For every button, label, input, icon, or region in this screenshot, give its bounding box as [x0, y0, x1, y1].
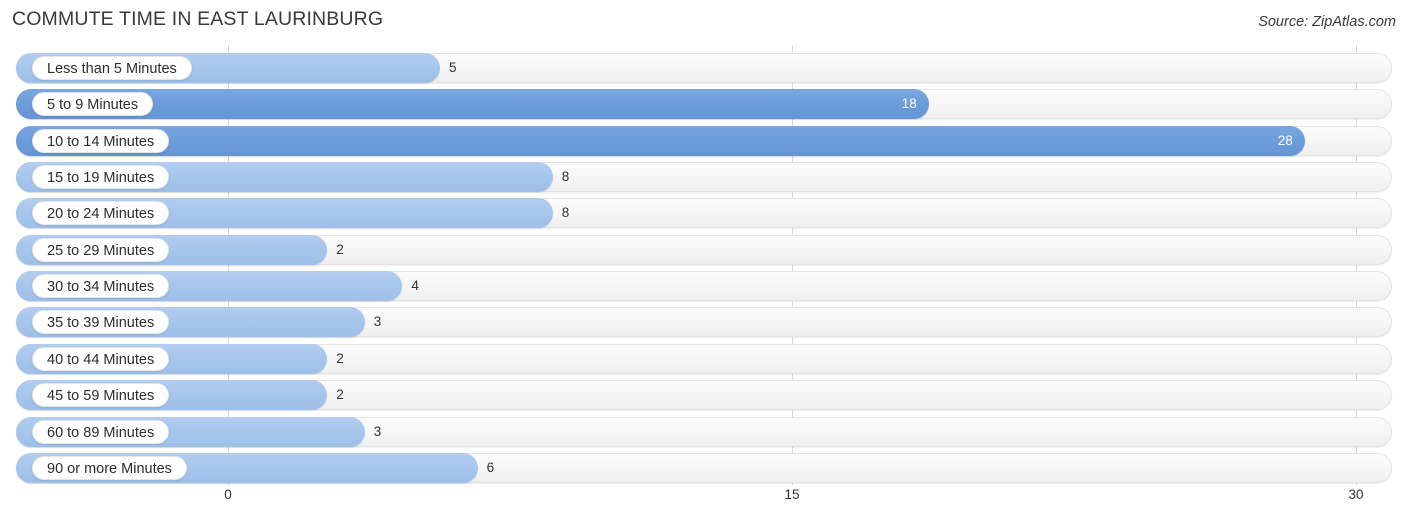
- bar-category-label: 90 or more Minutes: [32, 455, 187, 480]
- bar-value-label: 2: [336, 350, 344, 366]
- bar-value-label: 8: [561, 169, 570, 185]
- bar-category-label: 45 to 59 Minutes: [32, 383, 170, 408]
- bar-row: 5 to 9 Minutes 18: [0, 89, 1406, 120]
- axis-tick-label-30: 30: [1348, 487, 1364, 502]
- bar-category-label: 20 to 24 Minutes: [32, 201, 170, 226]
- bar-value-label: 3: [373, 314, 382, 330]
- bar-category-label: 35 to 39 Minutes: [32, 310, 170, 335]
- bar-value-label: 4: [411, 278, 419, 294]
- commute-time-bar-chart: COMMUTE TIME IN EAST LAURINBURG Source: …: [0, 0, 1406, 522]
- bar-category-label: Less than 5 Minutes: [32, 56, 192, 80]
- bar-value-label: 28: [1277, 132, 1293, 148]
- axis-tick-label-15: 15: [784, 487, 800, 502]
- page-title: COMMUTE TIME IN EAST LAURINBURG: [12, 8, 384, 30]
- source-attribution: Source: ZipAtlas.com: [1258, 14, 1396, 30]
- bar-value-label: 3: [373, 423, 382, 439]
- bar-row: 40 to 44 Minutes 2: [0, 343, 1406, 374]
- bar-category-label: 30 to 34 Minutes: [32, 274, 170, 299]
- bar-category-label: 25 to 29 Minutes: [32, 237, 170, 262]
- bar-category-label: 60 to 89 Minutes: [32, 419, 170, 444]
- bar-row: 35 to 39 Minutes 3: [0, 307, 1406, 338]
- bar-fill[interactable]: [16, 125, 1305, 156]
- bar-row: 30 to 34 Minutes 4: [0, 271, 1406, 302]
- axis-tick-label-0: 0: [224, 487, 232, 502]
- bar-row: 60 to 89 Minutes 3: [0, 416, 1406, 447]
- bar-value-label: 2: [336, 387, 344, 403]
- bar-value-label: 6: [486, 459, 495, 475]
- bar-row: 25 to 29 Minutes 2: [0, 234, 1406, 265]
- bar-row: 20 to 24 Minutes 8: [0, 198, 1406, 229]
- bar-category-label: 15 to 19 Minutes: [32, 165, 170, 190]
- bar-value-label: 5: [449, 60, 457, 75]
- bar-row: 10 to 14 Minutes 28: [0, 125, 1406, 156]
- bar-value-label: 18: [901, 96, 917, 112]
- bar-row: 45 to 59 Minutes 2: [0, 380, 1406, 411]
- bar-category-label: 5 to 9 Minutes: [32, 92, 154, 117]
- x-axis: 0 15 30: [0, 485, 1406, 522]
- bar-value-label: 8: [561, 205, 570, 221]
- bar-value-label: 2: [336, 241, 344, 257]
- bar-row: 90 or more Minutes 6: [0, 452, 1406, 483]
- bar-row: 15 to 19 Minutes 8: [0, 162, 1406, 193]
- bar-row: Less than 5 Minutes 5: [0, 53, 1406, 83]
- bar-category-label: 40 to 44 Minutes: [32, 346, 170, 371]
- bar-category-label: 10 to 14 Minutes: [32, 128, 170, 153]
- plot-area: Less than 5 Minutes 5 5 to 9 Minutes 18 10 t…: [0, 45, 1406, 485]
